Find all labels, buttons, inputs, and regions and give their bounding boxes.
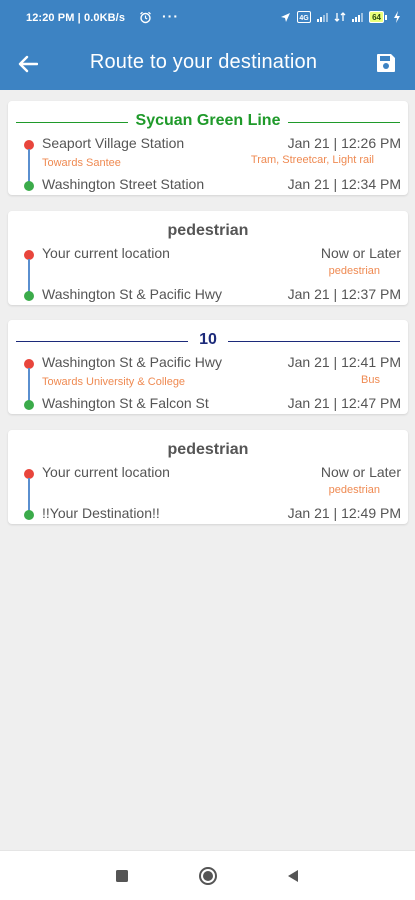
signal-strength-icon (317, 12, 329, 22)
leg-title: Sycuan Green Line (135, 112, 281, 129)
save-button[interactable] (375, 52, 397, 74)
status-bar: 12:20 PM | 0.0KB/s ··· 4G 64 (0, 0, 415, 38)
signal-strength-2-icon (352, 12, 364, 22)
location-arrow-icon (281, 12, 291, 22)
to-time: Jan 21 | 12:34 PM (287, 176, 401, 192)
destination-dot-icon (24, 181, 34, 191)
direction-label: Towards University & College (42, 376, 186, 388)
square-icon (116, 870, 128, 882)
to-stop: Washington Street Station (42, 176, 205, 192)
from-stop: Seaport Village Station (42, 135, 185, 151)
from-stop: Washington St & Pacific Hwy (42, 354, 222, 370)
route-leg-card[interactable]: pedestrian Your current location Now or … (8, 430, 408, 524)
to-time: Jan 21 | 12:47 PM (287, 395, 401, 411)
to-time: Jan 21 | 12:49 PM (287, 505, 401, 521)
leg-title: 10 (199, 331, 217, 348)
alarm-icon (140, 11, 151, 24)
destination-dot-icon (24, 400, 34, 410)
to-time: Jan 21 | 12:37 PM (287, 286, 401, 302)
destination-dot-icon (24, 291, 34, 301)
leg-connector-line (28, 368, 30, 401)
battery-icon: 64 (369, 11, 387, 23)
from-time: Now or Later (320, 245, 401, 261)
from-time: Jan 21 | 12:26 PM (287, 135, 401, 151)
data-icon (334, 12, 346, 22)
to-stop: Washington St & Pacific Hwy (42, 286, 222, 302)
from-stop: Your current location (42, 245, 170, 261)
route-leg-card[interactable]: pedestrian Your current location Now or … (8, 211, 408, 305)
mode-label: Tram, Streetcar, Light rail (250, 154, 374, 166)
leg-connector-line (28, 149, 30, 182)
route-list: Sycuan Green Line Seaport Village Statio… (0, 90, 415, 850)
volte-icon: 4G (297, 11, 312, 23)
direction-label: Towards Santee (42, 157, 121, 169)
more-notifications-icon: ··· (162, 8, 179, 24)
destination-dot-icon (24, 510, 34, 520)
home-button[interactable] (198, 866, 218, 886)
recents-button[interactable] (112, 866, 132, 886)
mode-label: pedestrian (328, 484, 380, 496)
mode-label: pedestrian (328, 265, 380, 277)
leg-connector-line (28, 259, 30, 292)
mode-label: Bus (361, 374, 380, 386)
page-title: Route to your destination (89, 51, 318, 73)
title-divider-right (228, 341, 400, 342)
triangle-back-icon (288, 870, 298, 882)
route-leg-card[interactable]: Sycuan Green Line Seaport Village Statio… (8, 101, 408, 195)
floppy-disk-icon (377, 54, 395, 72)
charging-bolt-icon (394, 11, 400, 23)
leg-connector-line (28, 478, 30, 511)
title-divider-right (288, 122, 400, 123)
from-time: Jan 21 | 12:41 PM (287, 354, 401, 370)
svg-text:4G: 4G (299, 15, 309, 22)
leg-title: pedestrian (167, 441, 249, 458)
system-icons: 4G 64 (280, 11, 401, 23)
from-time: Now or Later (320, 464, 401, 480)
to-stop: Washington St & Falcon St (42, 395, 209, 411)
leg-title: pedestrian (167, 222, 249, 239)
status-time: 12:20 PM | 0.0KB/s (26, 12, 126, 24)
back-nav-button[interactable] (283, 866, 303, 886)
to-stop: !!Your Destination!! (42, 505, 160, 521)
circle-icon (199, 867, 217, 885)
app-bar: Route to your destination (0, 38, 415, 90)
route-leg-card[interactable]: 10 Washington St & Pacific Hwy Jan 21 | … (8, 320, 408, 414)
from-stop: Your current location (42, 464, 170, 480)
system-navigation-bar (0, 850, 415, 900)
